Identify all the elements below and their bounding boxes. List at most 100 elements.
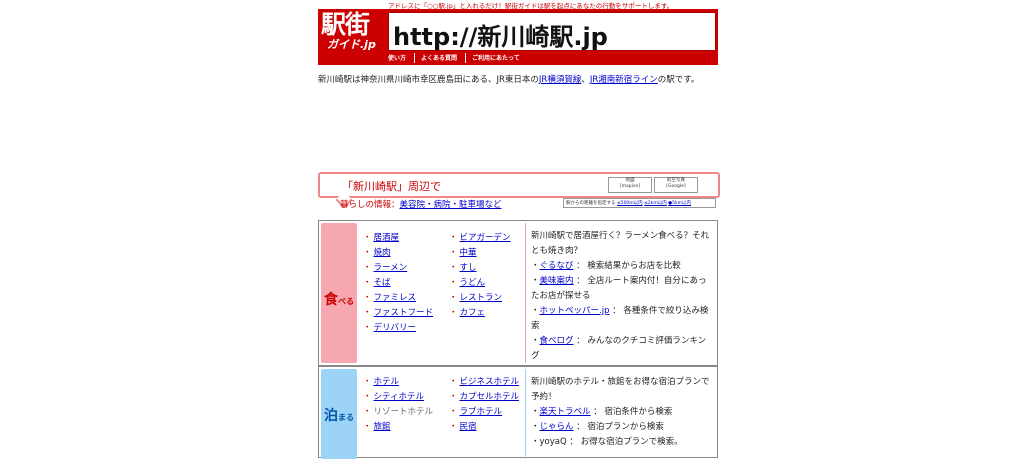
stay-side-label: 泊まる bbox=[321, 369, 357, 459]
genre-yakiniku[interactable]: 焼肉 bbox=[374, 248, 391, 258]
distance-label: 駅からの距離を指定する bbox=[566, 201, 616, 206]
eat-genres-col1: ・居酒屋 ・焼肉 ・ラーメン ・そば ・ファミレス ・ファストフード ・デリバリ… bbox=[363, 231, 433, 336]
stay-divider bbox=[525, 369, 526, 459]
eat-genres-col2: ・ビアガーデン ・中華 ・すし ・うどん ・レストラン ・カフェ bbox=[449, 231, 511, 321]
genre-item: ・中華 bbox=[449, 248, 477, 258]
header-nav: 使い方 よくある質問 ご利用にあたって bbox=[388, 53, 534, 63]
service-item: ・ホットペッパー.jp ： 各種条件で絞り込み検索 bbox=[531, 306, 709, 331]
service-rakuten-travel[interactable]: 楽天トラベル bbox=[540, 407, 591, 417]
eat-section: 食べる ・居酒屋 ・焼肉 ・ラーメン ・そば ・ファミレス ・ファストフード ・… bbox=[318, 220, 718, 366]
genre-item: ・リゾートホテル bbox=[363, 407, 434, 417]
genre-udon[interactable]: うどん bbox=[460, 278, 486, 288]
genre-ryokan[interactable]: 旅館 bbox=[374, 422, 391, 432]
genre-resort-hotel: リゾートホテル bbox=[373, 407, 434, 417]
life-info: 暮らしの情報：美容院・病院・駐車場など bbox=[340, 198, 502, 210]
stay-genres-col1: ・ホテル ・シティホテル ・リゾートホテル ・旅館 bbox=[363, 375, 433, 435]
genre-soba[interactable]: そば bbox=[374, 278, 391, 288]
genre-cafe[interactable]: カフェ bbox=[460, 308, 486, 318]
distance-selector: 駅からの距離を指定する ≤500m以内 ≤2km以内 ●5km以内 bbox=[563, 198, 716, 208]
genre-item: ・レストラン bbox=[449, 293, 503, 303]
genre-capsule-hotel[interactable]: カプセルホテル bbox=[460, 392, 520, 402]
service-hotpepper[interactable]: ホットペッパー.jp bbox=[540, 306, 610, 316]
aerial-button-source: [Google] bbox=[666, 184, 686, 189]
aerial-photo-button[interactable]: 航空写真 [Google] bbox=[654, 177, 698, 193]
genre-item: ・民宿 bbox=[449, 422, 477, 432]
eat-side-text: 食べる bbox=[324, 292, 354, 308]
genre-item: ・ファミレス bbox=[363, 293, 417, 303]
service-desc: ： お得な宿泊プランで検索。 bbox=[569, 437, 683, 447]
station-intro: 新川崎駅は神奈川県川崎市幸区鹿島田にある、JR東日本のJR横須賀線、JR湘南新宿… bbox=[318, 73, 718, 87]
map-button-source: [mapion] bbox=[619, 184, 641, 189]
genre-hotel[interactable]: ホテル bbox=[374, 377, 400, 387]
intro-text-after: の駅です。 bbox=[657, 75, 700, 85]
logo-main-text: 駅街 bbox=[321, 10, 370, 39]
genre-item: ・居酒屋 bbox=[363, 233, 400, 243]
genre-item: ・ビアガーデン bbox=[449, 233, 511, 243]
genre-love-hotel[interactable]: ラブホテル bbox=[460, 407, 503, 417]
area-title: 「新川崎駅」周辺で bbox=[342, 180, 441, 193]
service-bimi-annai[interactable]: 美味案内 bbox=[540, 276, 574, 286]
genre-item: ・焼肉 bbox=[363, 248, 391, 258]
station-url: http://新川崎駅.jp bbox=[393, 23, 608, 51]
service-item: ・ぐるなび ： 検索結果からお店を比較 bbox=[531, 261, 681, 271]
service-item: ・美味案内 ： 全店ルート案内付！自分にあったお店が探せる bbox=[531, 276, 707, 301]
link-yokosuka-line[interactable]: JR横須賀線 bbox=[539, 75, 581, 85]
service-desc: ： 宿泊プランから検索 bbox=[576, 422, 664, 432]
genre-item: ・ホテル bbox=[363, 377, 400, 387]
site-header: 駅街 ガイド.jp http://新川崎駅.jp 使い方 よくある質問 ご利用に… bbox=[318, 9, 718, 65]
genre-city-hotel[interactable]: シティホテル bbox=[374, 392, 425, 402]
intro-text-before: 新川崎駅は神奈川県川崎市幸区鹿島田にある、JR東日本の bbox=[318, 75, 539, 85]
genre-item: ・ビジネスホテル bbox=[449, 377, 520, 387]
station-url-box: http://新川崎駅.jp bbox=[388, 12, 716, 51]
service-tabelog[interactable]: 食べログ bbox=[540, 336, 574, 346]
service-desc: ： 宿泊条件から検索 bbox=[593, 407, 673, 417]
service-jalan[interactable]: じゃらん bbox=[540, 422, 574, 432]
stay-genres-col2: ・ビジネスホテル ・カプセルホテル ・ラブホテル ・民宿 bbox=[449, 375, 519, 435]
service-item: ・楽天トラベル ： 宿泊条件から検索 bbox=[531, 407, 673, 417]
distance-5km[interactable]: ●5km以内 bbox=[668, 201, 691, 206]
service-gurunavi[interactable]: ぐるなび bbox=[540, 261, 574, 271]
area-banner: 「新川崎駅」周辺で 地図 [mapion] 航空写真 [Google] bbox=[318, 172, 720, 209]
eat-desc-intro: 新川崎駅で居酒屋行く？ラーメン食べる？それとも焼き肉？ bbox=[531, 231, 710, 256]
page-content: アドレスに「○○駅.jp」と入れるだけ！駅街ガイドは駅を起点にあなたの行動をサポ… bbox=[318, 0, 720, 459]
life-info-label: 暮らしの情報： bbox=[340, 200, 400, 210]
genre-delivery[interactable]: デリバリー bbox=[374, 323, 417, 333]
stay-section: 泊まる ・ホテル ・シティホテル ・リゾートホテル ・旅館 ・ビジネスホテル ・… bbox=[318, 366, 718, 459]
link-shonan-shinjuku-line[interactable]: JR湘南新宿ライン bbox=[590, 75, 658, 85]
service-yoyaq: yoyaQ bbox=[539, 437, 567, 447]
distance-2km[interactable]: ≤2km以内 bbox=[644, 201, 667, 206]
genre-business-hotel[interactable]: ビジネスホテル bbox=[460, 377, 520, 387]
genre-restaurant[interactable]: レストラン bbox=[460, 293, 503, 303]
genre-fast-food[interactable]: ファストフード bbox=[374, 308, 434, 318]
genre-family-restaurant[interactable]: ファミレス bbox=[374, 293, 417, 303]
nav-terms[interactable]: ご利用にあたって bbox=[472, 53, 528, 63]
genre-izakaya[interactable]: 居酒屋 bbox=[374, 233, 400, 243]
genre-chinese[interactable]: 中華 bbox=[460, 248, 477, 258]
genre-item: ・カプセルホテル bbox=[449, 392, 520, 402]
genre-item: ・ラーメン bbox=[363, 263, 408, 273]
stay-side-text: 泊まる bbox=[324, 408, 354, 424]
intro-sep: 、 bbox=[581, 75, 590, 85]
nav-how-to-use[interactable]: 使い方 bbox=[388, 53, 416, 63]
genre-item: ・旅館 bbox=[363, 422, 391, 432]
nav-faq[interactable]: よくある質問 bbox=[421, 53, 467, 63]
eat-description: 新川崎駅で居酒屋行く？ラーメン食べる？それとも焼き肉？ ・ぐるなび ： 検索結果… bbox=[531, 229, 711, 364]
genre-minshuku[interactable]: 民宿 bbox=[460, 422, 477, 432]
genre-item: ・そば bbox=[363, 278, 391, 288]
genre-item: ・カフェ bbox=[449, 308, 486, 318]
genre-item: ・デリバリー bbox=[363, 323, 417, 333]
genre-item: ・すし bbox=[449, 263, 477, 273]
service-desc: ： 検索結果からお店を比較 bbox=[576, 261, 681, 271]
genre-ramen[interactable]: ラーメン bbox=[374, 263, 408, 273]
life-info-link[interactable]: 美容院・病院・駐車場など bbox=[400, 200, 502, 210]
stay-description: 新川崎駅のホテル・旅館をお得な宿泊プランで予約！ ・楽天トラベル ： 宿泊条件か… bbox=[531, 375, 711, 450]
genre-item: ・ファストフード bbox=[363, 308, 434, 318]
map-mapion-button[interactable]: 地図 [mapion] bbox=[608, 177, 652, 193]
site-logo[interactable]: 駅街 ガイド.jp bbox=[321, 10, 385, 52]
eat-divider bbox=[525, 223, 526, 363]
distance-500m[interactable]: ≤500m以内 bbox=[617, 201, 643, 206]
genre-beer-garden[interactable]: ビアガーデン bbox=[460, 233, 511, 243]
genre-sushi[interactable]: すし bbox=[460, 263, 477, 273]
genre-item: ・シティホテル bbox=[363, 392, 425, 402]
logo-sub-text: ガイド.jp bbox=[327, 38, 376, 51]
